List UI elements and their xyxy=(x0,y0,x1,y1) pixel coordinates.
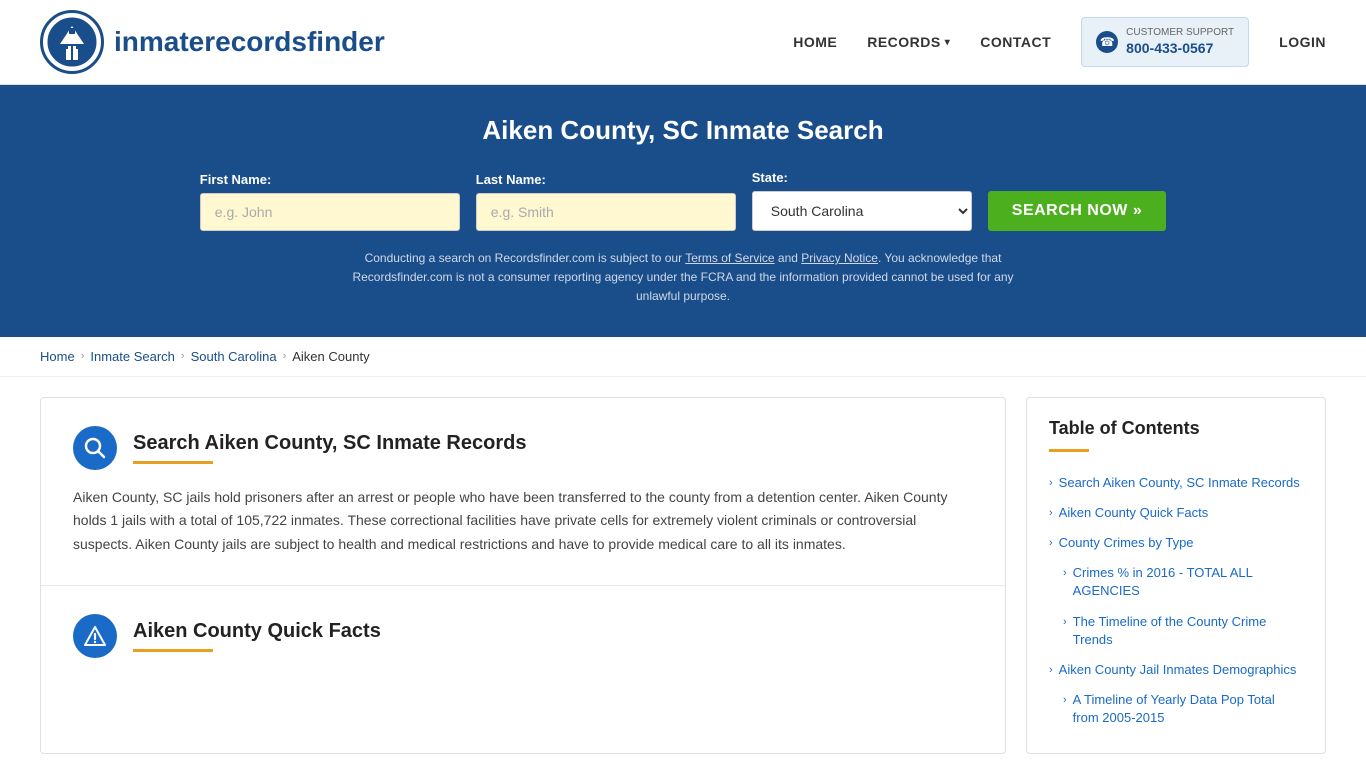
section2-header: Aiken County Quick Facts xyxy=(73,614,973,658)
toc-chevron-3: › xyxy=(1049,536,1053,551)
toc-chevron-4: › xyxy=(1063,566,1067,581)
toc-item-2[interactable]: › Aiken County Quick Facts xyxy=(1049,498,1303,528)
nav-contact[interactable]: CONTACT xyxy=(980,34,1051,50)
toc-item-4[interactable]: › Crimes % in 2016 - TOTAL ALL AGENCIES xyxy=(1049,558,1303,606)
nav-home[interactable]: HOME xyxy=(793,34,837,50)
breadcrumb-home[interactable]: Home xyxy=(40,349,75,364)
records-chevron-icon: ▾ xyxy=(945,37,951,48)
breadcrumb: Home › Inmate Search › South Carolina › … xyxy=(0,337,1366,377)
toc-box: Table of Contents › Search Aiken County,… xyxy=(1026,397,1326,755)
section1-underline xyxy=(133,461,213,464)
first-name-group: First Name: xyxy=(200,172,460,231)
state-select[interactable]: South Carolina xyxy=(752,191,972,231)
content-left: Search Aiken County, SC Inmate Records A… xyxy=(40,397,1006,755)
alert-icon xyxy=(73,614,117,658)
sidebar: Table of Contents › Search Aiken County,… xyxy=(1026,397,1326,755)
nav-records[interactable]: RECORDS ▾ xyxy=(867,34,950,50)
state-label: State: xyxy=(752,170,972,185)
section-inmate-records: Search Aiken County, SC Inmate Records A… xyxy=(41,398,1005,586)
toc-item-3[interactable]: › County Crimes by Type xyxy=(1049,528,1303,558)
search-icon xyxy=(73,426,117,470)
section-quick-facts: Aiken County Quick Facts xyxy=(41,586,1005,702)
breadcrumb-sep-2: › xyxy=(181,350,185,362)
main-content: Search Aiken County, SC Inmate Records A… xyxy=(0,377,1366,774)
toc-item-7[interactable]: › A Timeline of Yearly Data Pop Total fr… xyxy=(1049,685,1303,733)
section1-body: Aiken County, SC jails hold prisoners af… xyxy=(73,486,973,557)
toc-chevron-7: › xyxy=(1063,693,1067,708)
last-name-label: Last Name: xyxy=(476,172,736,187)
site-header: inmaterecordsfinder HOME RECORDS ▾ CONTA… xyxy=(0,0,1366,85)
section2-underline xyxy=(133,649,213,652)
toc-chevron-2: › xyxy=(1049,506,1053,521)
toc-chevron-6: › xyxy=(1049,663,1053,678)
search-banner: Aiken County, SC Inmate Search First Nam… xyxy=(0,85,1366,337)
toc-chevron-5: › xyxy=(1063,615,1067,630)
toc-item-5[interactable]: › The Timeline of the County Crime Trend… xyxy=(1049,607,1303,655)
breadcrumb-south-carolina[interactable]: South Carolina xyxy=(191,349,277,364)
logo-icon xyxy=(40,10,104,74)
last-name-input[interactable] xyxy=(476,193,736,231)
disclaimer-text: Conducting a search on Recordsfinder.com… xyxy=(343,249,1023,307)
search-form: First Name: Last Name: State: South Caro… xyxy=(40,170,1326,231)
support-label: CUSTOMER SUPPORT xyxy=(1126,26,1234,39)
support-number: 800-433-0567 xyxy=(1126,40,1213,56)
first-name-input[interactable] xyxy=(200,193,460,231)
nav-login[interactable]: LOGIN xyxy=(1279,34,1326,50)
state-group: State: South Carolina xyxy=(752,170,972,231)
logo-text: inmaterecordsfinder xyxy=(114,26,385,58)
search-button[interactable]: SEARCH NOW » xyxy=(988,191,1166,231)
first-name-label: First Name: xyxy=(200,172,460,187)
headphone-icon: ☎ xyxy=(1096,31,1118,53)
toc-divider xyxy=(1049,449,1089,452)
breadcrumb-sep-1: › xyxy=(81,350,85,362)
privacy-link[interactable]: Privacy Notice xyxy=(801,251,878,265)
logo-area: inmaterecordsfinder xyxy=(40,10,385,74)
last-name-group: Last Name: xyxy=(476,172,736,231)
toc-item-6[interactable]: › Aiken County Jail Inmates Demographics xyxy=(1049,655,1303,685)
breadcrumb-inmate-search[interactable]: Inmate Search xyxy=(90,349,175,364)
section2-title: Aiken County Quick Facts xyxy=(133,620,381,643)
breadcrumb-current: Aiken County xyxy=(292,349,369,364)
breadcrumb-sep-3: › xyxy=(283,350,287,362)
section1-header: Search Aiken County, SC Inmate Records xyxy=(73,426,973,470)
support-button[interactable]: ☎ CUSTOMER SUPPORT 800-433-0567 xyxy=(1081,17,1249,66)
toc-item-1[interactable]: › Search Aiken County, SC Inmate Records xyxy=(1049,468,1303,498)
section1-title: Search Aiken County, SC Inmate Records xyxy=(133,432,526,455)
tos-link[interactable]: Terms of Service xyxy=(685,251,774,265)
page-title: Aiken County, SC Inmate Search xyxy=(40,115,1326,146)
toc-chevron-1: › xyxy=(1049,476,1053,491)
main-nav: HOME RECORDS ▾ CONTACT ☎ CUSTOMER SUPPOR… xyxy=(793,17,1326,66)
toc-title: Table of Contents xyxy=(1049,418,1303,439)
